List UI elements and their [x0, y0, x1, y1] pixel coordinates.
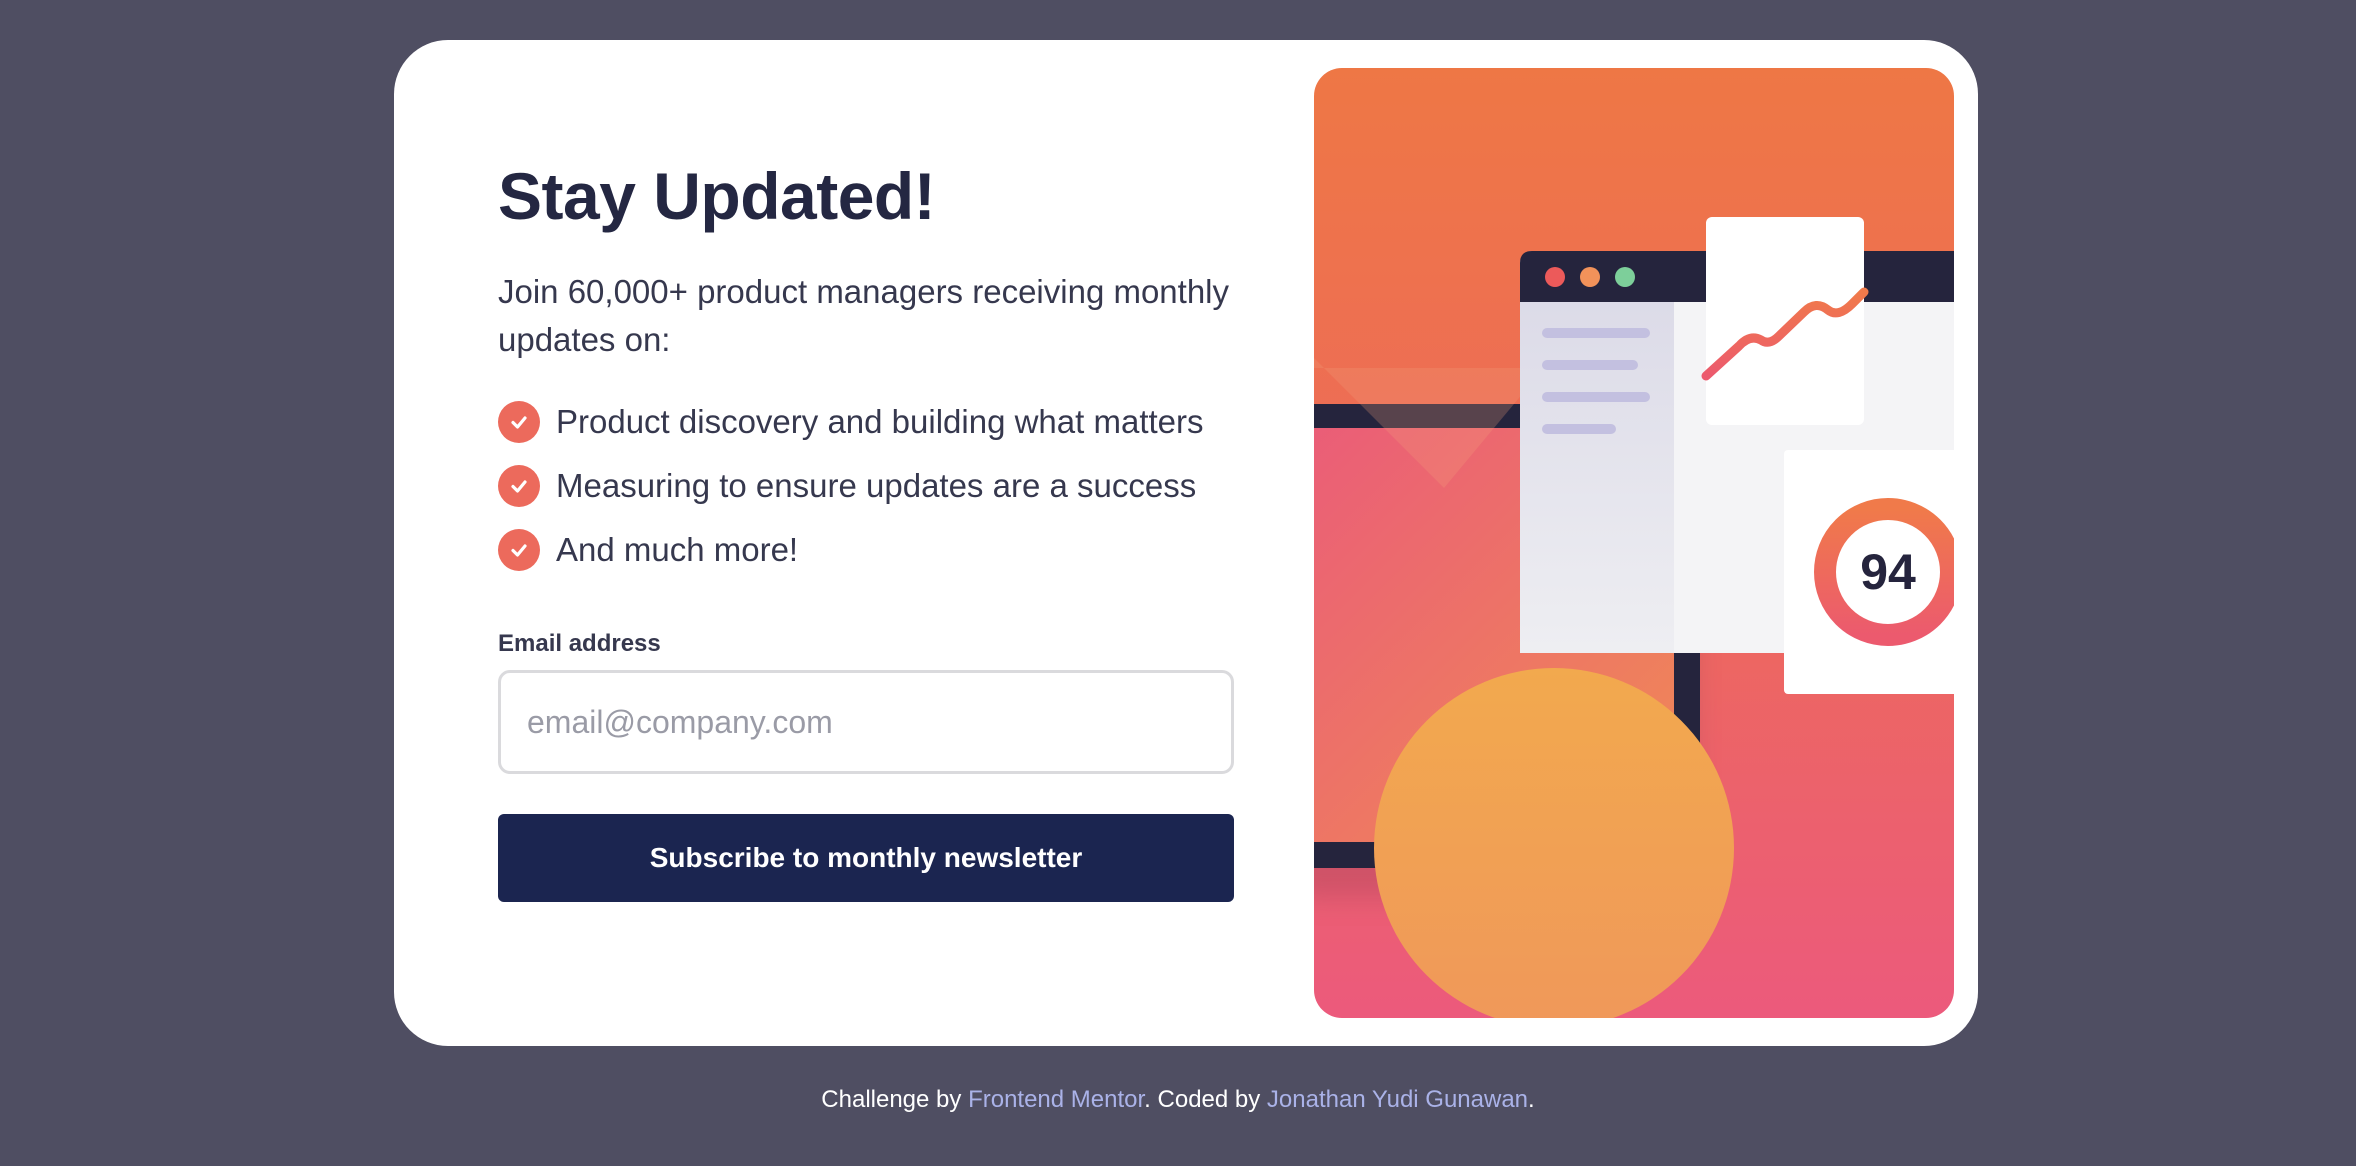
line-chart-icon: [1701, 217, 1869, 425]
page-title: Stay Updated!: [498, 159, 936, 233]
email-label: Email address: [498, 630, 661, 657]
check-icon: [498, 465, 540, 507]
newsletter-card: Stay Updated! Join 60,000+ product manag…: [394, 40, 1978, 1046]
check-icon: [498, 401, 540, 443]
score-ring-icon: 94: [1784, 450, 1954, 694]
illustration: 94: [1314, 68, 1954, 1018]
check-icon: [498, 529, 540, 571]
signup-form-section: Stay Updated! Join 60,000+ product manag…: [498, 40, 1234, 1046]
attribution-footer: Challenge by Frontend Mentor. Coded by J…: [821, 1086, 1535, 1113]
author-link[interactable]: Jonathan Yudi Gunawan: [1267, 1086, 1528, 1113]
list-item: And much more!: [498, 518, 1204, 582]
feature-text: And much more!: [556, 531, 799, 568]
score-value: 94: [1860, 544, 1916, 600]
frontend-mentor-link[interactable]: Frontend Mentor: [968, 1086, 1144, 1113]
list-item: Product discovery and building what matt…: [498, 390, 1204, 454]
feature-list: Product discovery and building what matt…: [498, 390, 1204, 582]
subscribe-button[interactable]: Subscribe to monthly newsletter: [498, 814, 1234, 902]
email-field[interactable]: [498, 670, 1234, 774]
list-item: Measuring to ensure updates are a succes…: [498, 454, 1204, 518]
feature-text: Product discovery and building what matt…: [556, 403, 1204, 440]
intro-text: Join 60,000+ product managers receiving …: [498, 273, 1230, 358]
feature-text: Measuring to ensure updates are a succes…: [556, 467, 1197, 504]
